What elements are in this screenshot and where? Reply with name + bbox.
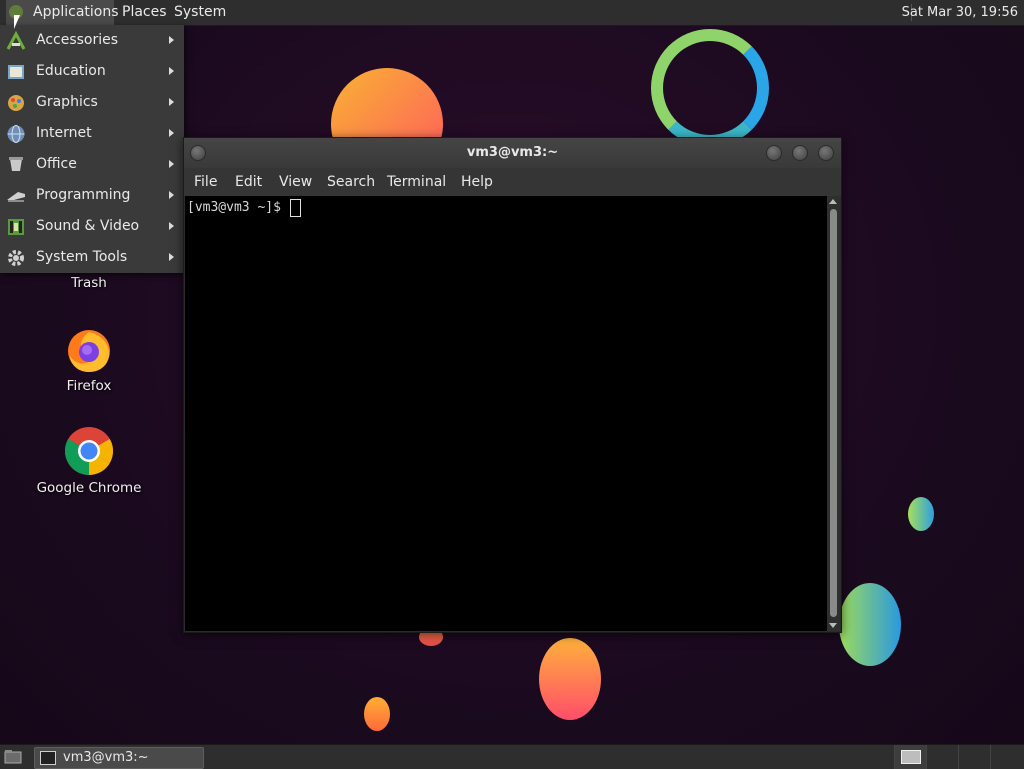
decorative-orange-egg: [539, 638, 601, 720]
menu-item-label: Education: [36, 63, 106, 79]
menu-item-internet[interactable]: Internet: [0, 118, 184, 149]
workspace-1[interactable]: [894, 745, 927, 769]
office-icon: [9, 157, 23, 171]
menu-item-label: Office: [36, 156, 77, 172]
clock[interactable]: Sat Mar 30, 19:56: [902, 0, 1018, 25]
desktop-icon-label: Google Chrome: [36, 480, 142, 496]
workspace-3[interactable]: [958, 745, 991, 769]
taskbar-item-terminal[interactable]: vm3@vm3:~: [34, 747, 204, 769]
window-title: vm3@vm3:~: [466, 145, 559, 160]
menu-item-label: Accessories: [36, 32, 119, 48]
menu-item-label: System Tools: [36, 249, 128, 265]
terminal-window[interactable]: vm3@vm3:~ File Edit View Search Terminal…: [183, 137, 842, 633]
places-menu-button[interactable]: Places: [122, 0, 167, 25]
workspace-2[interactable]: [926, 745, 959, 769]
submenu-arrow-icon: [169, 191, 174, 199]
submenu-arrow-icon: [169, 129, 174, 137]
desktop-icon-chrome[interactable]: Google Chrome: [34, 426, 144, 496]
decorative-blue-egg: [839, 583, 901, 666]
submenu-arrow-icon: [169, 160, 174, 168]
close-button[interactable]: [818, 145, 834, 161]
terminal-icon: [40, 751, 56, 765]
chrome-icon: [64, 427, 114, 475]
menu-search[interactable]: Search: [327, 168, 375, 196]
text-cursor: [290, 199, 301, 217]
taskbar-item-label: vm3@vm3:~: [63, 750, 149, 765]
menu-file[interactable]: File: [194, 168, 217, 196]
terminal-menubar: File Edit View Search Terminal Help: [184, 168, 841, 196]
top-panel: Applications Places System Sat Mar 30, 1…: [0, 0, 1024, 26]
terminal-output[interactable]: [vm3@vm3 ~]$: [185, 196, 827, 631]
system-tools-icon: [8, 250, 24, 266]
menu-item-system-tools[interactable]: System Tools: [0, 242, 184, 273]
submenu-arrow-icon: [169, 98, 174, 106]
menu-view[interactable]: View: [279, 168, 312, 196]
menu-item-sound-video[interactable]: Sound & Video: [0, 211, 184, 242]
submenu-arrow-icon: [169, 222, 174, 230]
scroll-thumb[interactable]: [830, 209, 837, 617]
submenu-arrow-icon: [169, 67, 174, 75]
desktop-icon-firefox[interactable]: Firefox: [34, 326, 144, 394]
menu-item-label: Sound & Video: [36, 218, 140, 234]
minimize-button[interactable]: [766, 145, 782, 161]
maximize-button[interactable]: [792, 145, 808, 161]
menu-item-label: Graphics: [36, 94, 98, 110]
applications-dropdown: Accessories Education Graphics Internet …: [0, 25, 184, 273]
menu-item-graphics[interactable]: Graphics: [0, 87, 184, 118]
menu-item-office[interactable]: Office: [0, 149, 184, 180]
system-menu-button[interactable]: System: [174, 0, 226, 25]
applications-label: Applications: [33, 4, 119, 20]
window-titlebar[interactable]: vm3@vm3:~: [184, 138, 841, 168]
firefox-icon: [68, 330, 110, 372]
workspace-window-thumbnail: [901, 750, 921, 764]
desktop-icon-label: Firefox: [66, 378, 112, 394]
menu-help[interactable]: Help: [461, 168, 493, 196]
shell-prompt: [vm3@vm3 ~]$: [187, 200, 281, 215]
bottom-panel: vm3@vm3:~: [0, 744, 1024, 769]
show-desktop-icon[interactable]: [4, 749, 22, 764]
menu-item-accessories[interactable]: Accessories: [0, 25, 184, 56]
submenu-arrow-icon: [169, 253, 174, 261]
workspace-4[interactable]: [990, 745, 1023, 769]
internet-icon: [7, 125, 25, 143]
vertical-scrollbar[interactable]: [827, 196, 840, 631]
menu-item-label: Programming: [36, 187, 131, 203]
menu-edit[interactable]: Edit: [235, 168, 262, 196]
menu-item-label: Internet: [36, 125, 92, 141]
submenu-arrow-icon: [169, 36, 174, 44]
applications-menu-button[interactable]: Applications: [6, 0, 119, 25]
menu-item-programming[interactable]: Programming: [0, 180, 184, 211]
desktop-icon-trash[interactable]: Trash: [34, 275, 144, 291]
sound-video-icon: [8, 219, 24, 235]
education-icon: [8, 65, 24, 79]
graphics-icon: [8, 95, 24, 111]
decorative-small-blue: [908, 497, 934, 531]
menu-item-education[interactable]: Education: [0, 56, 184, 87]
scroll-down-arrow-icon[interactable]: [829, 623, 837, 628]
decorative-tiny-orange: [364, 697, 390, 731]
menu-terminal[interactable]: Terminal: [387, 168, 446, 196]
accessories-icon: [6, 31, 26, 50]
mouse-pointer-icon: [14, 15, 20, 29]
decorative-ring: [651, 29, 769, 147]
desktop-icon-label: Trash: [71, 275, 107, 291]
scroll-up-arrow-icon[interactable]: [829, 199, 837, 204]
programming-icon: [7, 192, 25, 202]
